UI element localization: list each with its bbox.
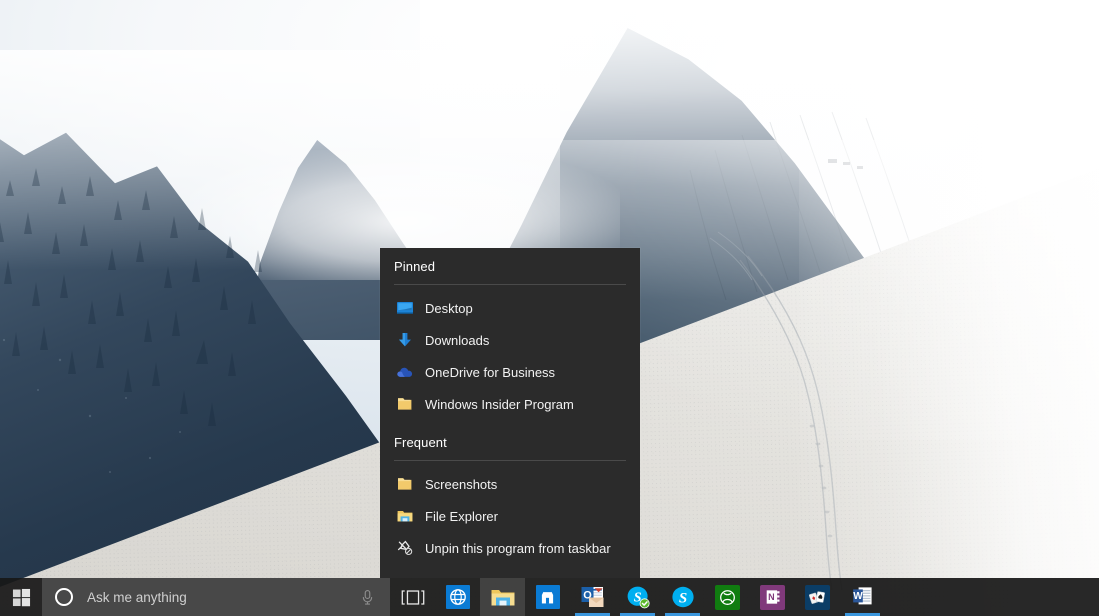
skype-icon: S — [670, 584, 696, 610]
svg-text:W: W — [853, 591, 863, 602]
monitor-icon — [394, 297, 416, 319]
taskbar-app-microsoft-edge[interactable] — [435, 578, 480, 616]
search-input[interactable]: Ask me anything — [42, 578, 390, 616]
jumplist-item-downloads[interactable]: Downloads — [380, 324, 640, 356]
jumplist-frequent-items: Screenshots File Explorer — [380, 461, 640, 568]
jumplist-item-label: Unpin this program from taskbar — [425, 541, 611, 556]
folder-icon — [394, 393, 416, 415]
onenote-icon: N — [760, 585, 785, 610]
jumplist-item-onedrive-for-business[interactable]: OneDrive for Business — [380, 356, 640, 388]
word-icon: W — [850, 584, 876, 610]
start-button[interactable] — [0, 578, 42, 616]
task-view-icon — [401, 589, 425, 606]
svg-text:S: S — [678, 590, 686, 606]
jumplist-item-file-explorer[interactable]: File Explorer — [380, 500, 640, 532]
taskbar-app-microsoft-word[interactable]: W — [840, 578, 885, 616]
skype-business-icon: S — [625, 584, 651, 610]
taskbar-app-microsoft-store[interactable] — [525, 578, 570, 616]
folder-icon — [394, 473, 416, 495]
cloud-icon — [394, 361, 416, 383]
svg-text:N: N — [768, 592, 775, 602]
taskbar-app-solitaire-collection[interactable] — [795, 578, 840, 616]
cortana-circle-icon — [55, 588, 73, 606]
file-explorer-icon — [490, 586, 516, 608]
outlook-icon: O — [580, 584, 606, 610]
microphone-icon[interactable] — [354, 578, 380, 616]
file-explorer-icon — [394, 505, 416, 527]
unpin-icon — [394, 537, 416, 559]
jumplist-item-label: Screenshots — [425, 477, 497, 492]
jumplist-item-screenshots[interactable]: Screenshots — [380, 468, 640, 500]
jumplist-item-label: Downloads — [425, 333, 489, 348]
edge-icon — [446, 585, 470, 609]
task-view-button[interactable] — [390, 578, 435, 616]
taskbar-app-buttons: O S — [390, 578, 885, 616]
search-placeholder: Ask me anything — [87, 590, 187, 605]
solitaire-icon — [805, 585, 830, 610]
xbox-icon — [715, 585, 740, 610]
jumplist-pinned-items: Desktop Downloads OneD — [380, 285, 640, 424]
taskbar-app-xbox[interactable] — [705, 578, 750, 616]
jumplist-item-desktop[interactable]: Desktop — [380, 292, 640, 324]
jumplist-item-label: Desktop — [425, 301, 473, 316]
jumplist-item-label: Windows Insider Program — [425, 397, 574, 412]
taskbar-app-skype[interactable]: S — [660, 578, 705, 616]
taskbar-app-file-explorer[interactable] — [480, 578, 525, 616]
jumplist-item-label: OneDrive for Business — [425, 365, 555, 380]
taskbar-jump-list[interactable]: Pinned Desktop — [380, 248, 640, 578]
jumplist-item-unpin-from-taskbar[interactable]: Unpin this program from taskbar — [380, 532, 640, 564]
wallpaper-fog-right — [799, 0, 1099, 616]
taskbar-app-skype-for-business[interactable]: S — [615, 578, 660, 616]
desktop-screen: Pinned Desktop — [0, 0, 1099, 616]
jumplist-section-header-pinned: Pinned — [380, 248, 640, 284]
download-arrow-icon — [394, 329, 416, 351]
jumplist-item-label: File Explorer — [425, 509, 498, 524]
taskbar: Ask me anything — [0, 578, 1099, 616]
jumplist-section-header-frequent: Frequent — [380, 424, 640, 460]
taskbar-app-onenote[interactable]: N — [750, 578, 795, 616]
jumplist-item-windows-insider-program[interactable]: Windows Insider Program — [380, 388, 640, 420]
windows-logo-icon — [12, 588, 31, 607]
store-icon — [536, 585, 560, 609]
taskbar-app-microsoft-outlook[interactable]: O — [570, 578, 615, 616]
